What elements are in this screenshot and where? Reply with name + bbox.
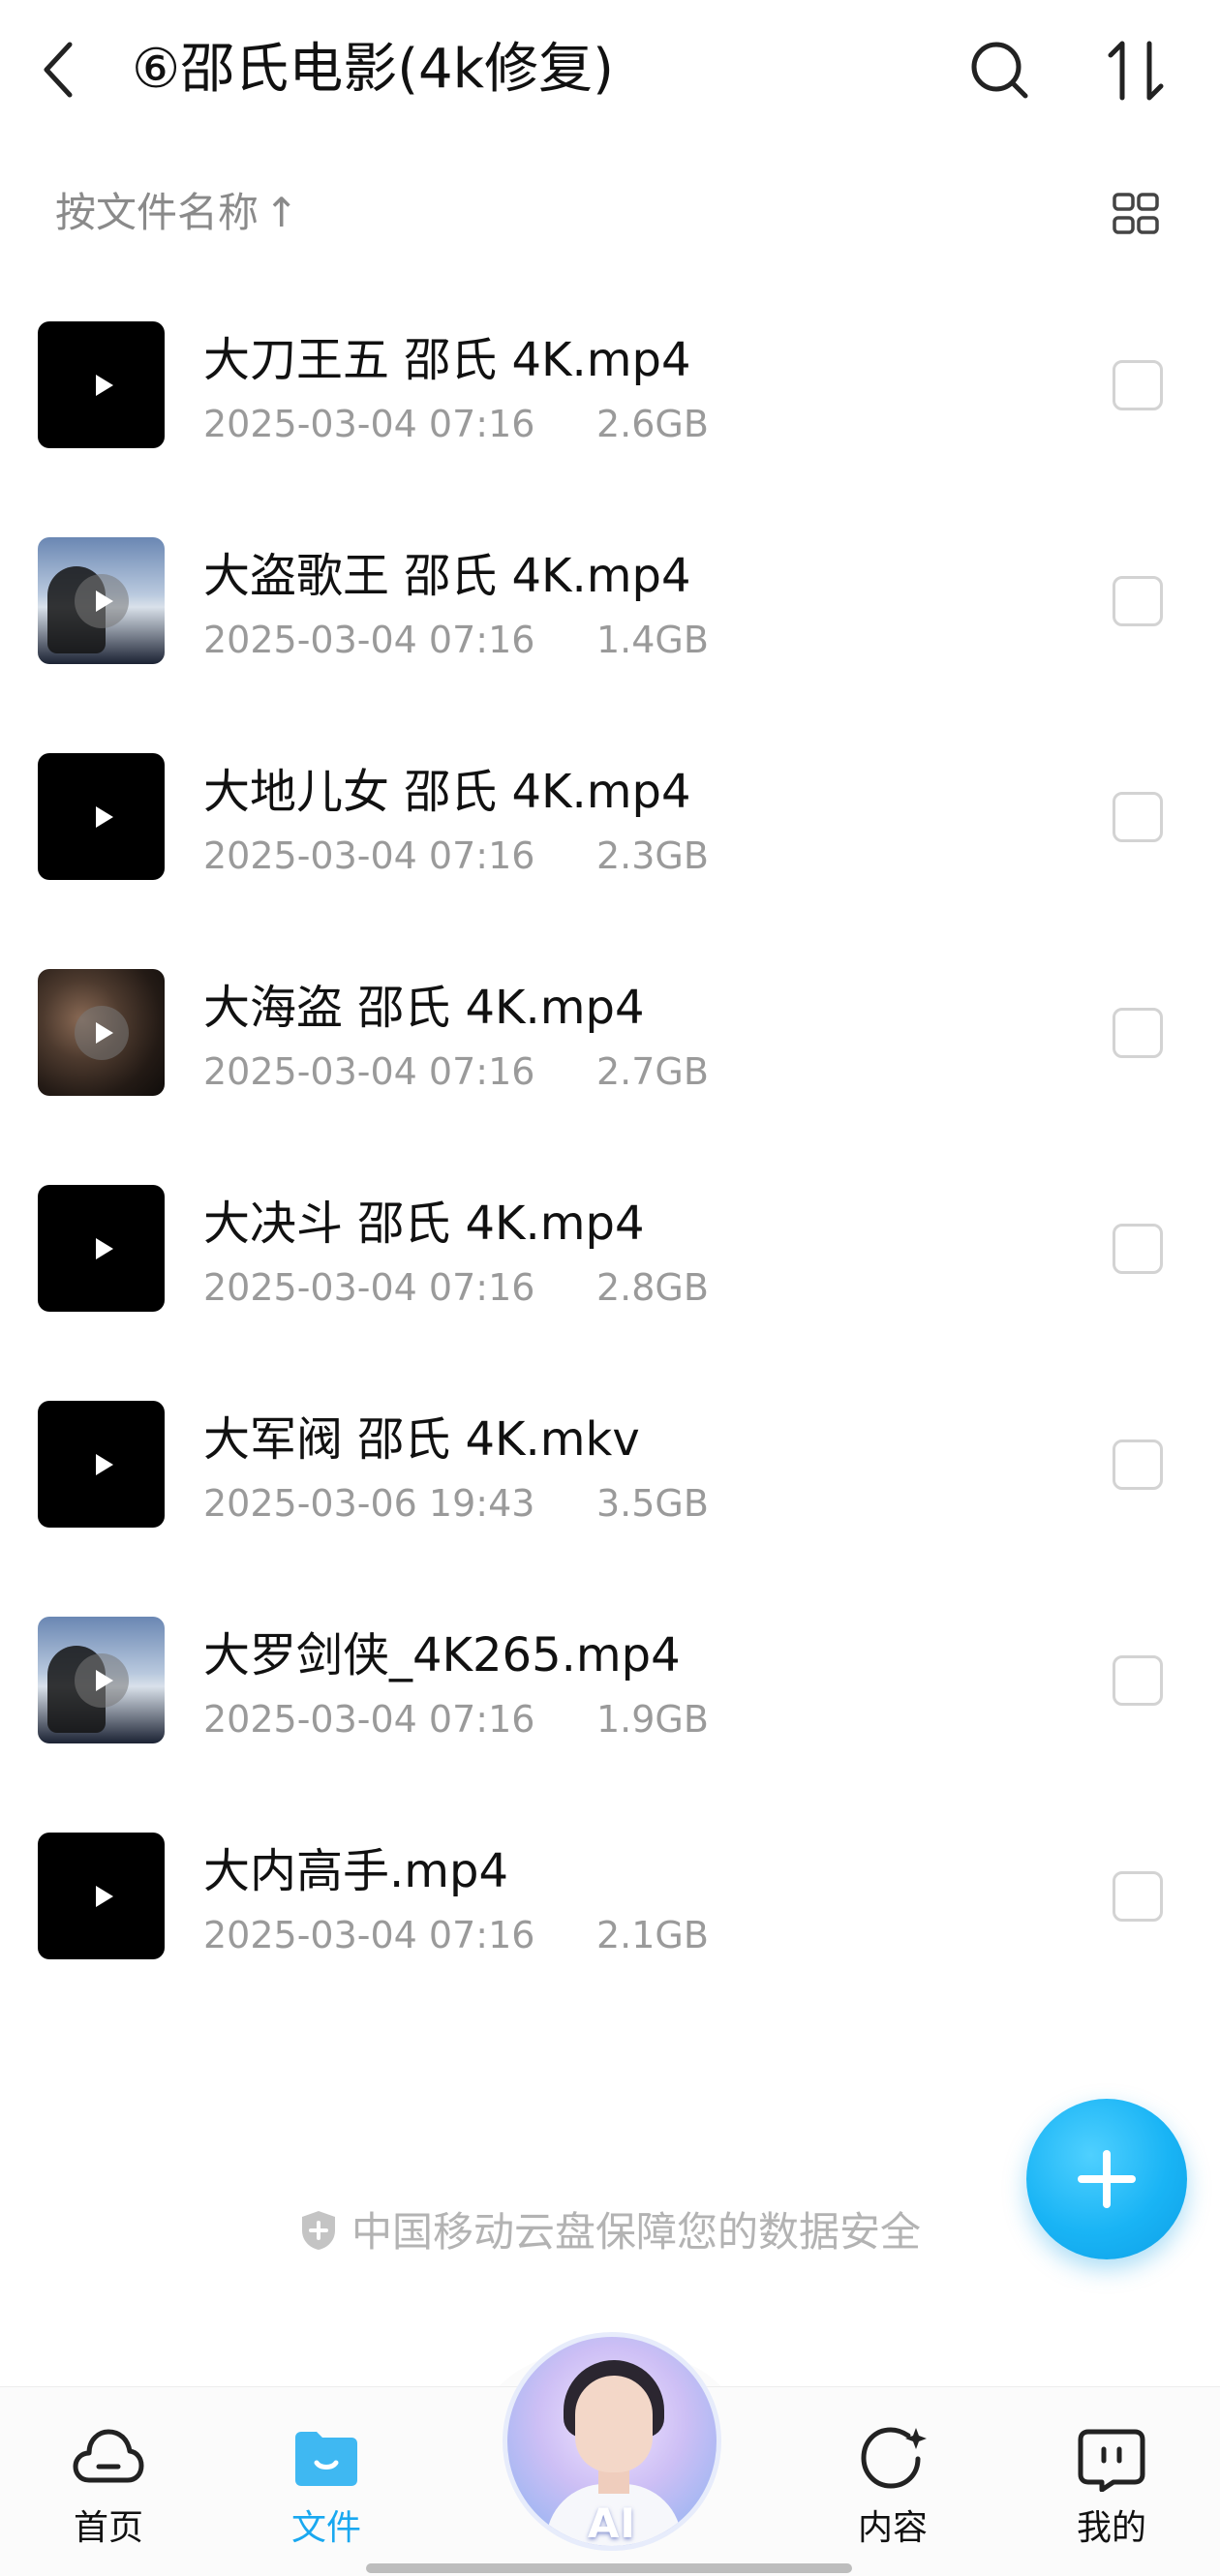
folder-icon	[295, 2432, 357, 2486]
select-checkbox[interactable]	[1113, 1224, 1163, 1274]
file-size: 2.8GB	[596, 1266, 709, 1309]
file-date: 2025-03-06 19:43	[203, 1482, 535, 1525]
tab-content-label: 内容	[857, 2508, 928, 2548]
top-bar: ⑥邵氏电影(4k修复)	[0, 0, 1220, 140]
tab-home-label: 首页	[73, 2508, 143, 2548]
select-checkbox[interactable]	[1113, 1008, 1163, 1058]
tab-files[interactable]: 文件	[254, 2387, 399, 2576]
file-size: 3.5GB	[596, 1482, 709, 1525]
search-button[interactable]	[963, 34, 1037, 107]
sort-button[interactable]	[1099, 34, 1173, 107]
sparkle-refresh-icon	[861, 2427, 927, 2489]
video-thumbnail	[38, 1401, 165, 1528]
file-row[interactable]: 大刀王五 邵氏 4K.mp4 2025-03-04 07:16 2.6GB	[0, 300, 1220, 516]
select-checkbox[interactable]	[1113, 1655, 1163, 1706]
select-checkbox[interactable]	[1113, 1871, 1163, 1922]
grid-view-button[interactable]	[1112, 190, 1160, 238]
file-date: 2025-03-04 07:16	[203, 619, 535, 661]
file-name: 大内高手.mp4	[203, 1844, 509, 1898]
file-name: 大地儿女 邵氏 4K.mp4	[203, 765, 691, 819]
tab-mine[interactable]: 我的	[1039, 2387, 1184, 2576]
profile-face-icon	[1078, 2429, 1145, 2492]
play-icon	[75, 1006, 129, 1060]
tab-content[interactable]: 内容	[820, 2387, 965, 2576]
play-icon	[75, 790, 129, 844]
shield-icon	[301, 2211, 335, 2250]
select-checkbox[interactable]	[1113, 576, 1163, 626]
file-row[interactable]: 大内高手.mp4 2025-03-04 07:16 2.1GB	[0, 1811, 1220, 2027]
sort-direction-arrow: ↑	[264, 189, 299, 236]
file-date: 2025-03-04 07:16	[203, 1914, 535, 1956]
ai-assistant-button[interactable]: AI	[503, 2332, 721, 2551]
security-note: 中国移动云盘保障您的数据安全	[0, 2203, 1220, 2261]
file-size: 2.1GB	[596, 1914, 709, 1956]
play-icon	[75, 1222, 129, 1276]
file-name: 大军阀 邵氏 4K.mkv	[203, 1412, 640, 1467]
file-size: 1.4GB	[596, 619, 709, 661]
tab-mine-label: 我的	[1076, 2508, 1146, 2548]
video-thumbnail	[38, 1185, 165, 1312]
file-date: 2025-03-04 07:16	[203, 834, 535, 877]
file-name: 大海盗 邵氏 4K.mp4	[203, 981, 645, 1035]
file-name: 大决斗 邵氏 4K.mp4	[203, 1197, 645, 1251]
tab-home[interactable]: 首页	[36, 2387, 181, 2576]
search-icon	[971, 42, 1028, 99]
play-icon	[75, 574, 129, 628]
file-date: 2025-03-04 07:16	[203, 403, 535, 445]
select-checkbox[interactable]	[1113, 1440, 1163, 1490]
tab-files-label: 文件	[290, 2508, 361, 2548]
chevron-left-icon	[44, 42, 73, 98]
sort-label: 按文件名称	[55, 189, 259, 236]
file-size: 2.6GB	[596, 403, 709, 445]
file-row[interactable]: 大盗歌王 邵氏 4K.mp4 2025-03-04 07:16 1.4GB	[0, 516, 1220, 732]
video-thumbnail	[38, 753, 165, 880]
sort-order-toggle[interactable]: 按文件名称 ↑	[55, 184, 298, 242]
file-size: 2.7GB	[596, 1050, 709, 1093]
file-row[interactable]: 大罗剑侠_4K265.mp4 2025-03-04 07:16 1.9GB	[0, 1595, 1220, 1811]
video-thumbnail	[38, 1617, 165, 1743]
select-checkbox[interactable]	[1113, 360, 1163, 410]
sort-bar: 按文件名称 ↑	[0, 174, 1220, 252]
file-date: 2025-03-04 07:16	[203, 1050, 535, 1093]
video-thumbnail	[38, 537, 165, 664]
page-title: ⑥邵氏电影(4k修复)	[132, 38, 614, 101]
sort-arrows-icon	[1108, 41, 1164, 101]
home-indicator	[366, 2563, 852, 2573]
file-row[interactable]: 大海盗 邵氏 4K.mp4 2025-03-04 07:16 2.7GB	[0, 948, 1220, 1164]
file-size: 1.9GB	[596, 1698, 709, 1741]
video-thumbnail	[38, 1833, 165, 1959]
play-icon	[75, 1869, 129, 1924]
security-note-text: 中国移动云盘保障您的数据安全	[351, 2208, 921, 2256]
play-icon	[75, 358, 129, 412]
file-name: 大刀王五 邵氏 4K.mp4	[203, 333, 691, 387]
ai-label: AI	[587, 2500, 637, 2547]
file-name: 大罗剑侠_4K265.mp4	[203, 1628, 681, 1682]
video-thumbnail	[38, 321, 165, 448]
back-button[interactable]	[37, 29, 99, 110]
video-thumbnail	[38, 969, 165, 1096]
play-icon	[75, 1438, 129, 1492]
play-icon	[75, 1653, 129, 1708]
file-size: 2.3GB	[596, 834, 709, 877]
file-date: 2025-03-04 07:16	[203, 1698, 535, 1741]
file-date: 2025-03-04 07:16	[203, 1266, 535, 1309]
grid-view-icon	[1113, 193, 1159, 234]
file-row[interactable]: 大决斗 邵氏 4K.mp4 2025-03-04 07:16 2.8GB	[0, 1164, 1220, 1379]
ai-avatar-image	[575, 2376, 653, 2472]
file-row[interactable]: 大地儿女 邵氏 4K.mp4 2025-03-04 07:16 2.3GB	[0, 732, 1220, 948]
select-checkbox[interactable]	[1113, 792, 1163, 842]
cloud-icon	[73, 2429, 144, 2483]
file-row[interactable]: 大军阀 邵氏 4K.mkv 2025-03-06 19:43 3.5GB	[0, 1379, 1220, 1595]
file-name: 大盗歌王 邵氏 4K.mp4	[203, 549, 691, 603]
